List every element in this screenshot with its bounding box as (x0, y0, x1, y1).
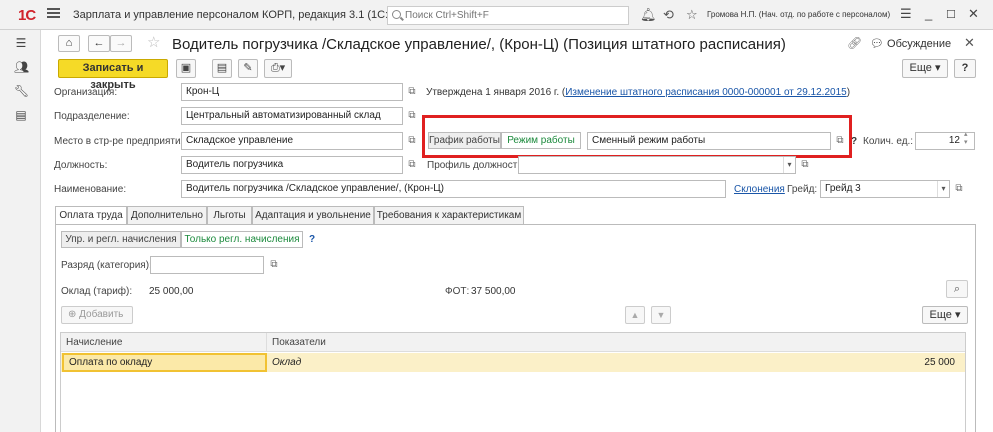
open-org-icon[interactable]: ⧉ (405, 85, 419, 99)
section-panel: ☰ 👥︎ 🔧︎ ▤ (0, 30, 41, 432)
more-button[interactable]: Еще ▾ (902, 59, 948, 78)
favorite-star-icon[interactable]: ☆ (147, 33, 160, 51)
home-button[interactable]: ⌂ (58, 35, 80, 52)
tab-additional[interactable]: Дополнительно (127, 206, 207, 224)
dept-field[interactable]: Центральный автоматизированный склад (181, 107, 403, 125)
current-user[interactable]: Громова Н.П. (Нач. отд. по работе с перс… (707, 10, 890, 19)
seg-regulated-accruals[interactable]: Только регл. начисления (181, 231, 303, 248)
seg-all-accruals[interactable]: Упр. и регл. начисления (61, 231, 181, 248)
settings-menu-icon[interactable]: ☰ (900, 6, 912, 22)
open-dept-icon[interactable]: ⧉ (405, 109, 419, 123)
maximize-icon[interactable]: ☐ (946, 8, 956, 21)
position-field[interactable]: Водитель погрузчика (181, 156, 403, 174)
more-label: Еще (909, 62, 932, 74)
salary-value: 25 000,00 (149, 286, 194, 297)
name-field[interactable]: Водитель погрузчика /Складское управлени… (181, 180, 726, 198)
grade-dropdown-icon[interactable]: ▾ (937, 181, 949, 197)
profile-dropdown-icon[interactable]: ▾ (783, 157, 795, 173)
back-button[interactable]: ← (88, 35, 110, 52)
move-up-icon[interactable]: ▲ (625, 306, 645, 324)
dept-label: Подразделение: (54, 111, 130, 122)
open-profile-icon[interactable]: ⧉ (798, 158, 812, 172)
users-icon[interactable]: 👥︎ (14, 60, 29, 74)
indicator-cell[interactable]: Оклад (267, 353, 567, 372)
salary-label: Оклад (тариф): (61, 286, 133, 297)
pay-more-button[interactable]: Еще ▾ (922, 306, 968, 324)
main-menu-icon[interactable] (47, 8, 60, 18)
profile-label: Профиль должности: (427, 160, 526, 171)
open-position-icon[interactable]: ⧉ (405, 158, 419, 172)
move-down-icon[interactable]: ▼ (651, 306, 671, 324)
forward-button[interactable]: → (110, 35, 132, 52)
tab-adaptation[interactable]: Адаптация и увольнение (252, 206, 374, 224)
add-label: Добавить (79, 309, 124, 320)
discussion-button[interactable]: 💬︎ Обсуждение (870, 37, 951, 50)
table-row[interactable]: Оплата по окладу Оклад 25 000 (61, 353, 965, 372)
org-label: Организация: (54, 87, 118, 98)
rank-label: Разряд (категория): (61, 260, 152, 271)
rank-field[interactable] (150, 256, 264, 274)
save-icon[interactable]: ▣ (176, 59, 196, 78)
save-and-close-button[interactable]: Записать и закрыть (58, 59, 168, 91)
wrench-icon[interactable]: 🔧︎ (14, 84, 29, 98)
page-title: Водитель погрузчика /Складское управлени… (172, 36, 786, 53)
close-form-icon[interactable]: ✕ (964, 35, 975, 51)
history-icon[interactable]: ⟲ (663, 7, 674, 23)
add-icon: ⊕ (68, 309, 77, 320)
staffing-change-link[interactable]: Изменение штатного расписания 0000-00000… (565, 87, 846, 98)
add-button[interactable]: ⊕ Добавить (61, 306, 133, 324)
col-indicators-header[interactable]: Показатели (267, 333, 965, 352)
discussion-label: Обсуждение (887, 38, 952, 50)
amount-cell[interactable]: 25 000 (821, 353, 959, 372)
position-label: Должность: (54, 160, 108, 171)
open-place-icon[interactable]: ⧉ (405, 134, 419, 148)
print-menu-icon[interactable]: ⎙▾ (264, 59, 292, 78)
app-logo: 1С (18, 7, 36, 24)
search-input[interactable] (405, 8, 625, 23)
pay-help-icon[interactable]: ? (309, 234, 315, 245)
fot-label: ФОТ: (445, 286, 470, 297)
name-label: Наименование: (54, 184, 127, 195)
minimize-icon[interactable]: _ (925, 6, 932, 21)
bell-icon[interactable]: 🔔︎ (640, 7, 657, 23)
document-icon[interactable]: ▤ (212, 59, 232, 78)
accruals-table: Начисление Показатели Оплата по окладу О… (60, 332, 966, 432)
place-field[interactable]: Складское управление (181, 132, 403, 150)
title-bar: 1С Зарплата и управление персоналом КОРП… (0, 0, 993, 30)
highlight-frame (422, 115, 852, 158)
document-form: ⌂ ← → ☆ Водитель погрузчика /Складское у… (41, 30, 993, 432)
search-icon (392, 10, 401, 19)
approved-close: ) (846, 87, 851, 98)
approved-text: Утверждена 1 января 2016 г. ( (426, 87, 566, 98)
zoom-icon[interactable]: ⌕ (946, 280, 968, 298)
favorites-star-icon[interactable]: ☆ (686, 7, 698, 23)
help-button[interactable]: ? (954, 59, 976, 78)
org-field[interactable]: Крон-Ц (181, 83, 403, 101)
pay-more-label: Еще (929, 309, 952, 321)
open-rank-icon[interactable]: ⧉ (267, 258, 281, 272)
tab-benefits[interactable]: Льготы (207, 206, 252, 224)
attach-icon[interactable]: ✎ (238, 59, 258, 78)
close-window-icon[interactable]: ✕ (968, 6, 979, 22)
qty-label: Колич. ед.: (863, 136, 914, 147)
fot-value: 37 500,00 (471, 286, 516, 297)
menu-list-icon[interactable]: ☰ (14, 36, 28, 50)
grade-field[interactable]: Грейд 3 (820, 180, 950, 198)
tab-requirements[interactable]: Требования к характеристикам (374, 206, 524, 224)
link-icon[interactable]: 🔗︎ (847, 36, 862, 50)
search-box[interactable] (387, 6, 629, 25)
profile-field[interactable] (518, 156, 796, 174)
tab-pay[interactable]: Оплата труда (55, 206, 127, 225)
open-grade-icon[interactable]: ⧉ (952, 182, 966, 196)
approved-info: Утверждена 1 января 2016 г. (Изменение ш… (426, 87, 850, 98)
declensions-link[interactable]: Склонения (734, 184, 785, 195)
form-header: ⌂ ← → ☆ Водитель погрузчика /Складское у… (41, 30, 993, 57)
grade-label: Грейд: (787, 184, 818, 195)
accrual-cell[interactable]: Оплата по окладу (62, 353, 267, 372)
col-accrual-header[interactable]: Начисление (61, 333, 267, 352)
qty-spinner[interactable]: ▴ ▾ (964, 131, 968, 147)
place-label: Место в стр-ре предприятия: (54, 136, 189, 147)
reports-icon[interactable]: ▤ (14, 108, 28, 122)
